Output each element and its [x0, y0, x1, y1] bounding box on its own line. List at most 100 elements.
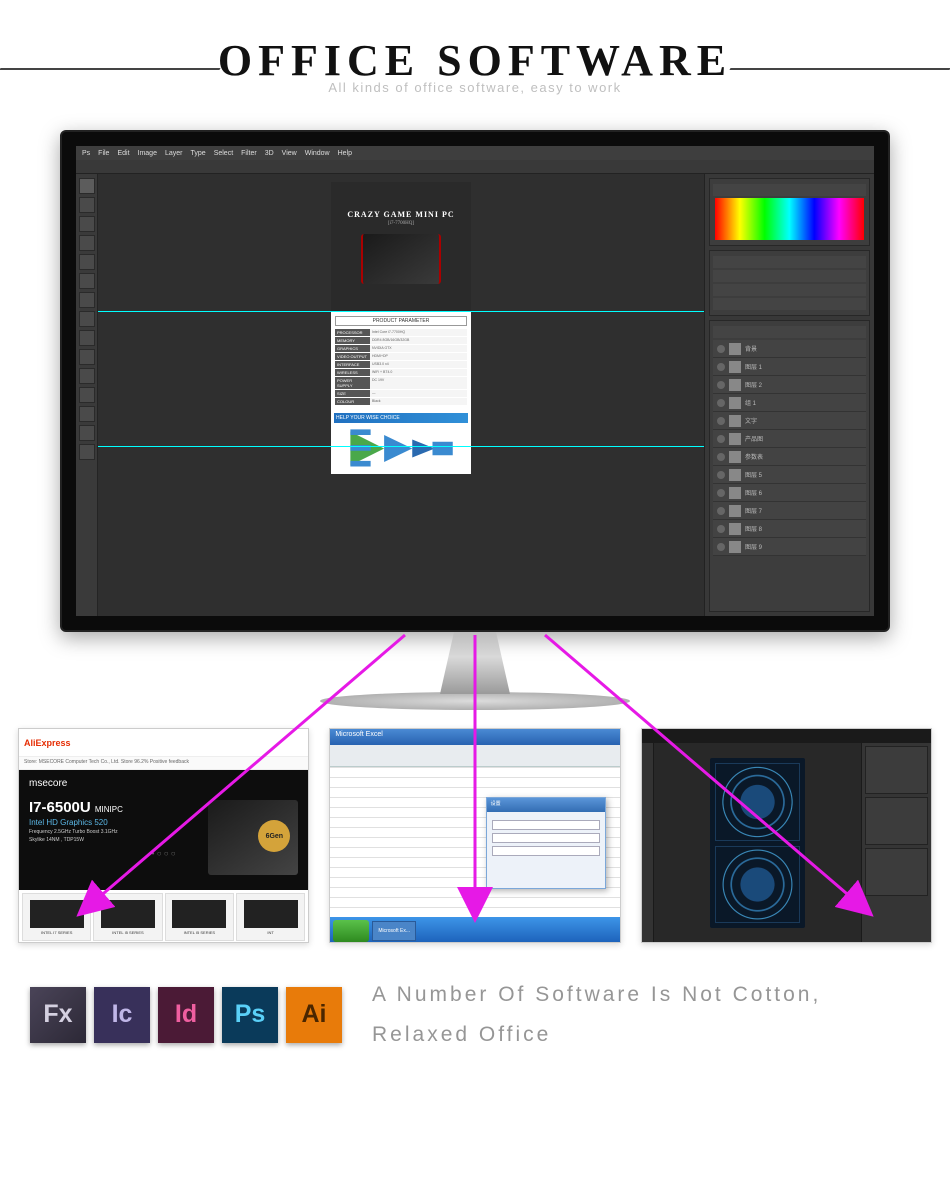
layer-name: 图层 7 — [745, 506, 762, 515]
shape-tool-icon — [79, 406, 95, 422]
dialog-input — [492, 820, 600, 830]
param-label: POWER SUPPLY — [335, 377, 370, 389]
layer-name: 组 1 — [745, 398, 756, 407]
layer-item: 组 1 — [713, 394, 866, 412]
visibility-icon — [717, 507, 725, 515]
excel-body: 设置 — [330, 767, 619, 917]
visibility-icon — [717, 489, 725, 497]
param-label: VIDEO OUTPUT — [335, 353, 370, 360]
param-value: DC 19V — [370, 377, 467, 389]
thumb-excel: Microsoft Excel 设置 Microsoft Ex... — [329, 728, 620, 943]
layer-thumb — [729, 523, 741, 535]
ps-canvas: CRAZY GAME MINI PC [i7-7700HQ] PRODUCT P… — [98, 174, 704, 616]
start-button — [333, 920, 369, 942]
param-value: HDMI+DP — [370, 353, 467, 360]
zoom-tool-icon — [79, 444, 95, 460]
layer-name: 参数表 — [745, 452, 763, 461]
ps-panels: 背景图层 1图层 2组 1文字产品图参数表图层 5图层 6图层 7图层 8图层 … — [704, 174, 874, 616]
cat-img — [30, 900, 84, 928]
param-row: PROCESSORIntel Core i7-7700HQ — [335, 329, 467, 336]
layer-name: 图层 5 — [745, 470, 762, 479]
ai-panels — [861, 743, 931, 943]
visibility-icon — [717, 525, 725, 533]
doc-hero-title: CRAZY GAME MINI PC — [347, 210, 454, 219]
divider-right — [729, 68, 950, 70]
param-row: COLOURBlack — [335, 398, 467, 405]
eyedropper-tool-icon — [79, 273, 95, 289]
param-label: PROCESSOR — [335, 329, 370, 336]
menu-window: Window — [305, 150, 330, 157]
thumb-illustrator — [641, 728, 932, 943]
param-label: SIZE — [335, 390, 370, 397]
color-spectrum — [715, 198, 864, 240]
dialog-body — [487, 812, 605, 864]
layer-item: 背景 — [713, 340, 866, 358]
param-row: SIZE— — [335, 390, 467, 397]
adobe-icons-row: FxIcIdPsAi — [30, 987, 342, 1043]
layer-thumb — [729, 469, 741, 481]
monitor: Ps File Edit Image Layer Type Select Fil… — [60, 130, 890, 710]
doc-hero-sub: [i7-7700HQ] — [388, 221, 414, 226]
header-section: OFFICE SOFTWARE All kinds of office soft… — [0, 0, 950, 110]
menu-edit: Edit — [117, 150, 129, 157]
layer-item: 图层 2 — [713, 376, 866, 394]
category-card: INTEL I5 SERIES — [93, 893, 162, 941]
brush-tool-icon — [79, 292, 95, 308]
param-row: POWER SUPPLYDC 19V — [335, 377, 467, 389]
layer-name: 图层 9 — [745, 542, 762, 551]
adobe-ai-icon: Ai — [286, 987, 342, 1043]
move-tool-icon — [79, 178, 95, 194]
category-card: INTEL I5 SERIES — [165, 893, 234, 941]
monitor-stand-neck — [440, 632, 510, 694]
cat-img — [244, 900, 298, 928]
footer-caption: A Number Of Software Is Not Cotton, Rela… — [372, 975, 920, 1055]
layer-thumb — [729, 433, 741, 445]
param-value: Black — [370, 398, 467, 405]
footer-section: FxIcIdPsAi A Number Of Software Is Not C… — [0, 943, 950, 1087]
settings-dialog: 设置 — [486, 797, 606, 889]
menu-select: Select — [214, 150, 233, 157]
visibility-icon — [717, 399, 725, 407]
layer-thumb — [729, 451, 741, 463]
funnel-graphic — [334, 426, 468, 471]
thumb-browser: AliExpress Store: MSECORE Computer Tech … — [18, 728, 309, 943]
layer-name: 文字 — [745, 416, 757, 425]
ps-logo-icon: Ps — [82, 150, 90, 157]
layer-thumb — [729, 361, 741, 373]
layer-item: 图层 5 — [713, 466, 866, 484]
stamp-tool-icon — [79, 311, 95, 327]
param-row: VIDEO OUTPUTHDMI+DP — [335, 353, 467, 360]
adobe-fx-icon: Fx — [30, 987, 86, 1043]
adjust-row — [713, 270, 866, 282]
thumbnails-row: AliExpress Store: MSECORE Computer Tech … — [0, 728, 950, 943]
layer-thumb — [729, 343, 741, 355]
gradient-tool-icon — [79, 349, 95, 365]
menu-file: File — [98, 150, 109, 157]
menu-type: Type — [191, 150, 206, 157]
ai-body — [642, 743, 931, 943]
layer-thumb — [729, 397, 741, 409]
doc-params: PRODUCT PARAMETER PROCESSORIntel Core i7… — [331, 312, 471, 410]
layer-item: 图层 8 — [713, 520, 866, 538]
monitor-stand-base — [320, 692, 630, 710]
ai-panel — [865, 746, 928, 794]
menu-help: Help — [338, 150, 352, 157]
menu-filter: Filter — [241, 150, 257, 157]
category-card: INTEL I7 SERIES — [22, 893, 91, 941]
photoshop-screen: Ps File Edit Image Layer Type Select Fil… — [76, 146, 874, 616]
visibility-icon — [717, 363, 725, 371]
layer-name: 背景 — [745, 344, 757, 353]
visibility-icon — [717, 381, 725, 389]
adobe-id-icon: Id — [158, 987, 214, 1043]
param-value: WiFi + BT4.0 — [370, 369, 467, 376]
cat-label: INTEL I5 SERIES — [112, 930, 143, 935]
layer-item: 图层 6 — [713, 484, 866, 502]
page-title: OFFICE SOFTWARE — [0, 35, 950, 86]
cat-img — [101, 900, 155, 928]
cat-label: INT — [267, 930, 273, 935]
visibility-icon — [717, 471, 725, 479]
hud-artboard — [710, 758, 805, 928]
excel-toolbar — [330, 745, 619, 767]
ai-menubar — [642, 729, 931, 743]
layer-item: 产品图 — [713, 430, 866, 448]
